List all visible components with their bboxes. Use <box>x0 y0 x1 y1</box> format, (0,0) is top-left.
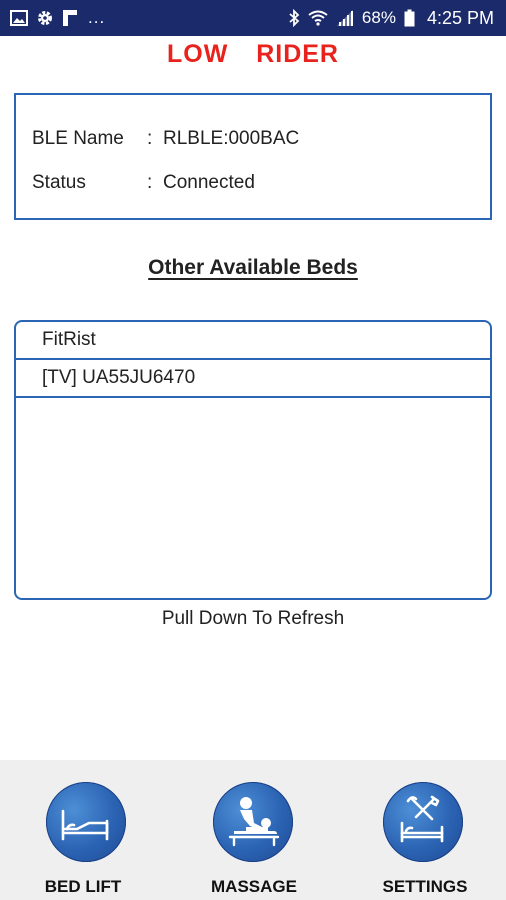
status-bar: ... 68% 4:25 PM <box>0 0 506 36</box>
bluetooth-icon <box>288 9 300 27</box>
flipboard-icon <box>62 9 78 27</box>
app-title: LOW RIDER <box>167 40 339 68</box>
settings-button[interactable]: SETTINGS <box>345 760 505 900</box>
overflow-indicator: ... <box>88 8 106 27</box>
status-bar-right: 68% 4:25 PM <box>288 8 494 29</box>
settings-label: SETTINGS <box>382 877 468 896</box>
available-beds-list[interactable]: FitRist [TV] UA55JU6470 <box>14 320 492 600</box>
settings-tools-icon <box>383 782 463 862</box>
ble-name-value: RLBLE:000BAC <box>163 128 300 149</box>
massage-icon <box>213 782 293 862</box>
bed-lift-icon <box>46 782 126 862</box>
status-bar-left: ... <box>10 8 105 28</box>
device-info-panel: BLE Name : RLBLE:000BAC Status : Connect… <box>14 93 492 220</box>
image-icon <box>10 9 28 27</box>
massage-button[interactable]: MASSAGE <box>174 760 334 900</box>
list-item-bed[interactable]: [TV] UA55JU6470 <box>16 360 490 398</box>
ble-name-label: BLE Name <box>32 128 124 149</box>
list-item-bed[interactable]: FitRist <box>16 322 490 360</box>
other-beds-heading: Other Available Beds <box>0 256 506 280</box>
pull-to-refresh-hint: Pull Down To Refresh <box>161 608 345 629</box>
signal-icon <box>336 9 354 27</box>
status-label: Status <box>32 172 86 193</box>
bed-lift-label: BED LIFT <box>44 877 122 896</box>
wifi-icon <box>308 9 328 27</box>
status-separator: : <box>147 172 153 193</box>
battery-icon <box>404 9 415 27</box>
massage-label: MASSAGE <box>211 877 297 896</box>
bed-lift-button[interactable]: BED LIFT <box>3 760 163 900</box>
status-value: Connected <box>163 172 255 193</box>
other-beds-heading-text: Other Available Beds <box>148 256 358 279</box>
battery-percent: 68% <box>361 8 396 27</box>
bottom-nav: BED LIFT MASSAGE SETTINGS <box>0 760 506 900</box>
ble-name-separator: : <box>147 128 153 149</box>
clock: 4:25 PM <box>426 7 494 28</box>
gear-icon <box>36 9 54 27</box>
